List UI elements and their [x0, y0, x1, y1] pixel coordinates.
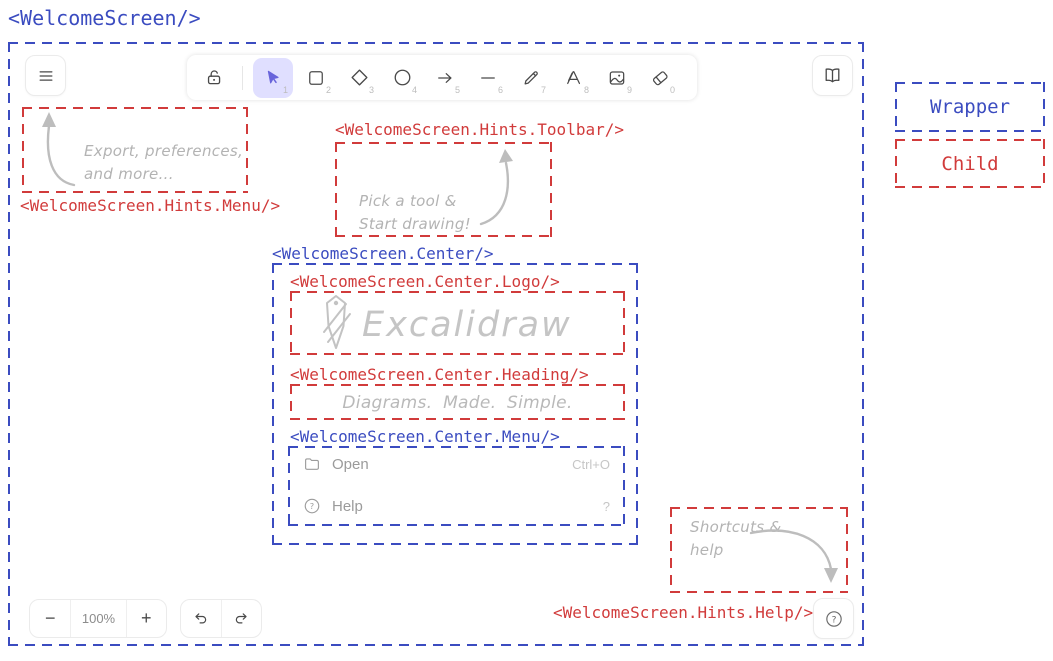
- zoom-out-button[interactable]: −: [30, 600, 70, 637]
- hint-toolbar-text: Pick a tool & Start drawing!: [359, 190, 471, 235]
- tool-shortcut-number: 1: [283, 85, 288, 95]
- zoom-controls: − 100% +: [29, 599, 167, 638]
- svg-text:?: ?: [831, 614, 836, 625]
- tool-ellipse[interactable]: 4: [382, 58, 422, 98]
- center-heading-label: <WelcomeScreen.Center.Heading/>: [290, 365, 589, 384]
- redo-button[interactable]: [221, 600, 261, 637]
- center-heading-box: Diagrams. Made. Simple.: [290, 384, 625, 420]
- excalidraw-logo-icon: [318, 294, 354, 352]
- center-menu: Open Ctrl+O ? Help ?: [288, 446, 625, 526]
- tool-shortcut-number: 0: [670, 85, 675, 95]
- menu-item-shortcut: ?: [603, 499, 610, 514]
- hints-menu-box: Export, preferences, and more...: [22, 107, 248, 193]
- center-logo-box: Excalidraw: [290, 291, 625, 355]
- redo-icon: [232, 609, 251, 628]
- undo-icon: [191, 609, 210, 628]
- tool-shortcut-number: 6: [498, 85, 503, 95]
- center-heading-text: Diagrams. Made. Simple.: [290, 391, 625, 417]
- lock-tool-button[interactable]: [196, 67, 232, 88]
- image-icon: [607, 68, 627, 88]
- tool-draw[interactable]: 7: [511, 58, 551, 98]
- rectangle-icon: [306, 68, 326, 88]
- cursor-icon: [263, 68, 283, 88]
- pencil-icon: [521, 68, 541, 88]
- tool-shortcut-number: 9: [627, 85, 632, 95]
- menu-item-label: Help: [332, 498, 363, 515]
- hint-menu-text: Export, preferences, and more...: [84, 140, 243, 185]
- menu-item-open[interactable]: Open Ctrl+O: [303, 455, 610, 473]
- hints-toolbar-box: Pick a tool & Start drawing!: [335, 142, 552, 237]
- tool-line[interactable]: 6: [468, 58, 508, 98]
- tool-rectangle[interactable]: 2: [296, 58, 336, 98]
- help-button[interactable]: ?: [813, 598, 854, 639]
- legend-child-box: Child: [895, 139, 1045, 188]
- legend-wrapper-label: Wrapper: [930, 96, 1010, 118]
- hint-arrow: [30, 109, 90, 193]
- library-button[interactable]: [812, 55, 853, 96]
- unlock-icon: [204, 67, 225, 88]
- help-circle-icon: ?: [303, 497, 321, 515]
- book-icon: [822, 65, 843, 86]
- tool-shortcut-number: 8: [584, 85, 589, 95]
- tool-shortcut-number: 3: [369, 85, 374, 95]
- svg-text:?: ?: [310, 501, 314, 511]
- tool-text[interactable]: 8: [554, 58, 594, 98]
- help-circle-icon: ?: [824, 609, 844, 629]
- menu-item-help[interactable]: ? Help ?: [303, 497, 610, 515]
- line-icon: [478, 68, 498, 88]
- hamburger-icon: [36, 66, 56, 86]
- diamond-icon: [349, 67, 370, 88]
- zoom-level[interactable]: 100%: [70, 600, 125, 637]
- tool-eraser[interactable]: 0: [640, 58, 680, 98]
- hints-help-label: <WelcomeScreen.Hints.Help/>: [553, 603, 805, 622]
- legend-wrapper-box: Wrapper: [895, 82, 1045, 132]
- tool-arrow[interactable]: 5: [425, 58, 465, 98]
- ellipse-icon: [392, 67, 413, 88]
- hint-arrow: [745, 523, 845, 589]
- menu-item-label: Open: [332, 456, 369, 473]
- hints-toolbar-label: <WelcomeScreen.Hints.Toolbar/>: [335, 120, 624, 139]
- welcome-screen-docs-figure: <WelcomeScreen/> 1: [0, 0, 1053, 661]
- tool-image[interactable]: 9: [597, 58, 637, 98]
- zoom-in-button[interactable]: +: [126, 600, 166, 637]
- welcomescreen-root-label: <WelcomeScreen/>: [8, 6, 201, 30]
- hint-arrow: [473, 146, 525, 230]
- menu-item-shortcut: Ctrl+O: [572, 457, 610, 472]
- excalidraw-logo-text: Excalidraw: [362, 299, 572, 352]
- text-icon: [564, 68, 584, 88]
- history-controls: [180, 599, 262, 638]
- folder-icon: [303, 455, 321, 473]
- tool-shortcut-number: 7: [541, 85, 546, 95]
- arrow-icon: [435, 68, 455, 88]
- main-menu-button[interactable]: [25, 55, 66, 96]
- center-menu-label: <WelcomeScreen.Center.Menu/>: [290, 427, 560, 446]
- tool-shortcut-number: 5: [455, 85, 460, 95]
- tool-diamond[interactable]: 3: [339, 58, 379, 98]
- legend-child-label: Child: [941, 153, 998, 175]
- eraser-icon: [650, 68, 670, 88]
- center-label: <WelcomeScreen.Center/>: [272, 244, 494, 263]
- toolbar-separator: [242, 66, 243, 90]
- center-logo-label: <WelcomeScreen.Center.Logo/>: [290, 272, 560, 291]
- undo-button[interactable]: [181, 600, 221, 637]
- tool-selection[interactable]: 1: [253, 58, 293, 98]
- tool-shortcut-number: 4: [412, 85, 417, 95]
- hints-menu-label: <WelcomeScreen.Hints.Menu/>: [20, 196, 280, 215]
- toolbar: 1 2 3 4 5: [187, 55, 697, 100]
- tool-shortcut-number: 2: [326, 85, 331, 95]
- hints-help-box: Shortcuts & help: [670, 507, 848, 593]
